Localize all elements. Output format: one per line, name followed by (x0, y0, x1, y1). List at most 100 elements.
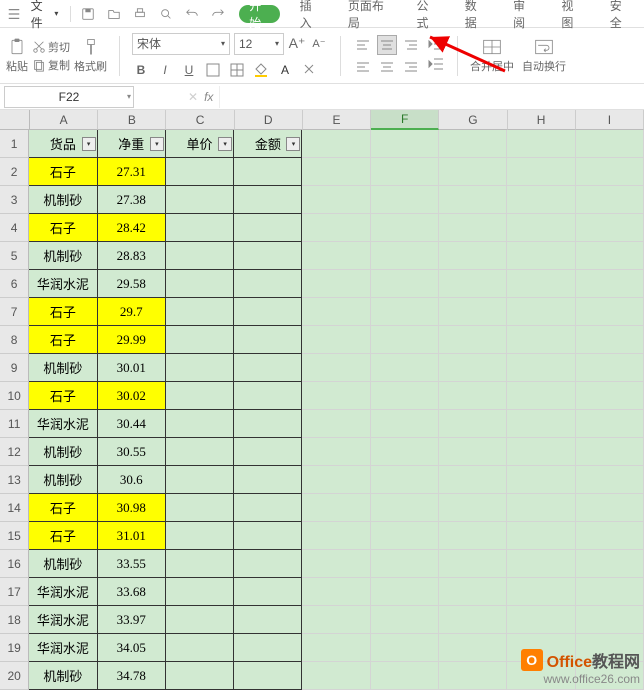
cell[interactable]: 28.42 (98, 214, 166, 242)
row-header[interactable]: 8 (0, 326, 29, 354)
cell[interactable] (507, 410, 575, 438)
cell[interactable]: 30.98 (98, 494, 166, 522)
col-header-B[interactable]: B (98, 110, 166, 130)
border-button[interactable] (204, 61, 222, 79)
fx-icon[interactable]: fx (204, 90, 213, 104)
row-header[interactable]: 14 (0, 494, 29, 522)
cell[interactable] (234, 634, 302, 662)
cell[interactable]: 石子 (29, 494, 97, 522)
cell[interactable] (576, 578, 644, 606)
cell[interactable] (439, 634, 507, 662)
cell[interactable] (166, 438, 234, 466)
cut-button[interactable]: 剪切 (32, 39, 70, 55)
cell[interactable] (302, 578, 370, 606)
cell[interactable] (371, 298, 439, 326)
cell[interactable] (234, 214, 302, 242)
row-header[interactable]: 20 (0, 662, 29, 690)
cell[interactable] (166, 634, 234, 662)
cell[interactable] (302, 354, 370, 382)
cell[interactable] (302, 494, 370, 522)
row-header[interactable]: 7 (0, 298, 29, 326)
cell[interactable]: 华润水泥 (29, 410, 97, 438)
cell[interactable] (371, 186, 439, 214)
cell[interactable] (371, 494, 439, 522)
cell[interactable] (166, 382, 234, 410)
cell[interactable] (234, 270, 302, 298)
cell[interactable]: 30.02 (98, 382, 166, 410)
cell[interactable] (166, 606, 234, 634)
cell[interactable] (507, 578, 575, 606)
cell[interactable]: 机制砂 (29, 466, 97, 494)
cell[interactable] (166, 662, 234, 690)
cell[interactable] (576, 354, 644, 382)
cell[interactable]: 华润水泥 (29, 634, 97, 662)
cell[interactable]: 华润水泥 (29, 578, 97, 606)
cell[interactable]: 33.68 (98, 578, 166, 606)
cell[interactable] (507, 606, 575, 634)
row-header[interactable]: 13 (0, 466, 29, 494)
cell[interactable]: 27.31 (98, 158, 166, 186)
align-left[interactable] (353, 57, 373, 77)
cell[interactable]: 27.38 (98, 186, 166, 214)
align-center[interactable] (377, 57, 397, 77)
align-top-right[interactable] (401, 35, 421, 55)
row-header[interactable]: 19 (0, 634, 29, 662)
cell[interactable]: 机制砂 (29, 354, 97, 382)
save-icon[interactable] (79, 5, 97, 23)
cell[interactable] (507, 494, 575, 522)
cell[interactable] (439, 550, 507, 578)
cell[interactable]: 29.58 (98, 270, 166, 298)
row-header[interactable]: 18 (0, 606, 29, 634)
cell[interactable] (371, 606, 439, 634)
decrease-indent-button[interactable] (427, 35, 445, 53)
cell[interactable] (371, 438, 439, 466)
cell[interactable] (439, 606, 507, 634)
row-header[interactable]: 6 (0, 270, 29, 298)
cell[interactable] (371, 214, 439, 242)
cell[interactable] (371, 578, 439, 606)
cell[interactable] (302, 242, 370, 270)
row-header[interactable]: 1 (0, 130, 29, 158)
cell[interactable] (302, 214, 370, 242)
menu-icon[interactable] (6, 5, 23, 23)
cell[interactable]: 净重▾ (98, 130, 166, 158)
cell[interactable] (302, 382, 370, 410)
cell[interactable] (576, 326, 644, 354)
cell[interactable] (439, 130, 507, 158)
cell[interactable] (302, 438, 370, 466)
align-top-left[interactable] (353, 35, 373, 55)
row-header[interactable]: 10 (0, 382, 29, 410)
cell[interactable]: 31.01 (98, 522, 166, 550)
cell[interactable] (166, 214, 234, 242)
print-icon[interactable] (131, 5, 149, 23)
merge-center-button[interactable]: 合并居中 (470, 37, 514, 74)
cell[interactable]: 货品▾ (29, 130, 97, 158)
cell[interactable]: 石子 (29, 298, 97, 326)
col-header-A[interactable]: A (30, 110, 98, 130)
cell[interactable] (166, 522, 234, 550)
cell[interactable]: 29.99 (98, 326, 166, 354)
cell[interactable] (576, 606, 644, 634)
col-header-G[interactable]: G (439, 110, 507, 130)
cell[interactable] (439, 410, 507, 438)
cell[interactable] (576, 382, 644, 410)
cell[interactable] (234, 158, 302, 186)
underline-button[interactable]: U (180, 61, 198, 79)
cell[interactable] (166, 242, 234, 270)
formula-bar[interactable] (219, 86, 644, 108)
cell[interactable]: 30.55 (98, 438, 166, 466)
bold-button[interactable]: B (132, 61, 150, 79)
format-painter-button[interactable]: 格式刷 (74, 37, 107, 74)
cell[interactable] (371, 130, 439, 158)
cell[interactable]: 33.55 (98, 550, 166, 578)
cell[interactable] (302, 130, 370, 158)
increase-font-icon[interactable]: A⁺ (288, 35, 306, 53)
cell[interactable] (234, 466, 302, 494)
cell[interactable] (439, 186, 507, 214)
cell[interactable]: 34.78 (98, 662, 166, 690)
cell[interactable] (507, 242, 575, 270)
cell[interactable] (166, 270, 234, 298)
cell[interactable] (439, 494, 507, 522)
cell[interactable] (576, 186, 644, 214)
cell[interactable]: 机制砂 (29, 438, 97, 466)
